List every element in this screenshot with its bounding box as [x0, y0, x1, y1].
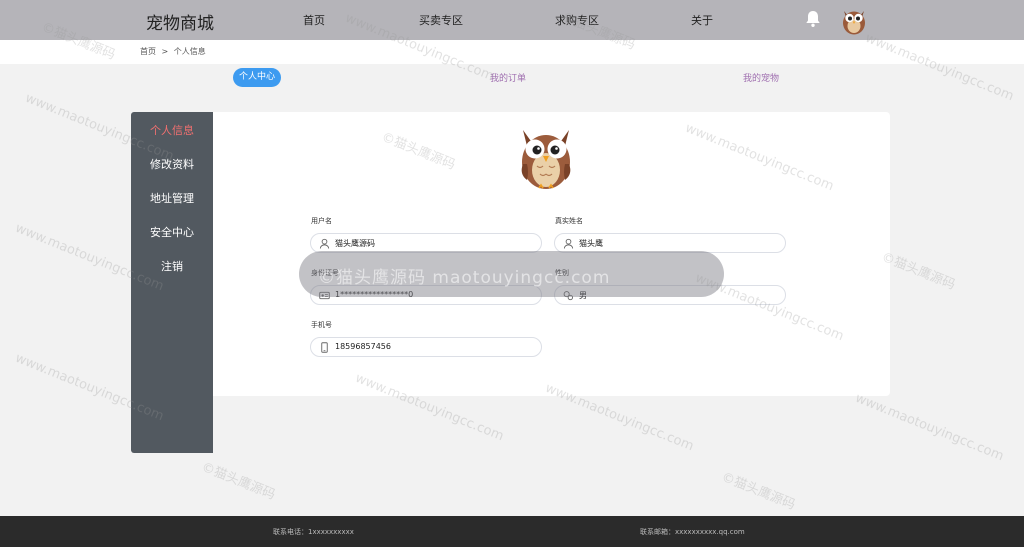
username-field[interactable]: 猫头鹰源码 [310, 233, 542, 253]
nav-home[interactable]: 首页 [303, 12, 325, 28]
watermark-url: www.maotouyingcc.com [852, 390, 1006, 465]
owl-profile-avatar-icon [521, 130, 571, 189]
phone-label: 手机号 [311, 321, 332, 329]
nav-trade-zone[interactable]: 买卖专区 [419, 12, 463, 28]
brand-title[interactable]: 宠物商城 [146, 9, 214, 34]
breadcrumb-current: 个人信息 [173, 47, 206, 56]
watermark-text: ©猫头鹰源码 [719, 469, 798, 513]
username-value: 猫头鹰源码 [335, 239, 375, 248]
watermark-overlay-text: ©猫头鹰源码 maotouyingcc.com [318, 268, 611, 288]
breadcrumb-separator: > [161, 47, 169, 56]
top-nav-bar: 宠物商城 首页 买卖专区 求购专区 关于 [0, 0, 1024, 40]
user-icon [319, 238, 330, 249]
realname-label: 真实姓名 [555, 217, 583, 225]
user-icon [563, 238, 574, 249]
phone-field[interactable]: 18596857456 [310, 337, 542, 357]
sidebar-item-logout[interactable]: 注销 [131, 258, 213, 274]
owl-avatar-icon[interactable] [840, 5, 868, 35]
realname-value: 猫头鹰 [579, 239, 603, 248]
nav-about[interactable]: 关于 [691, 12, 713, 28]
footer-email: 联系邮箱：xxxxxxxxxx.qq.com [640, 528, 745, 536]
nav-wanted-zone[interactable]: 求购专区 [555, 12, 599, 28]
sidebar-item-personal-info[interactable]: 个人信息 [131, 122, 213, 138]
bell-icon[interactable] [805, 10, 821, 28]
footer-phone: 联系电话：1xxxxxxxxxx [273, 528, 354, 536]
tab-my-pets[interactable]: 我的宠物 [743, 71, 779, 84]
breadcrumb: 首页 > 个人信息 [140, 46, 209, 57]
sidebar-item-edit-profile[interactable]: 修改资料 [131, 156, 213, 172]
sidebar-item-security[interactable]: 安全中心 [131, 224, 213, 240]
tab-my-orders[interactable]: 我的订单 [490, 71, 526, 84]
breadcrumb-bar: 首页 > 个人信息 [0, 40, 1024, 64]
tab-personal-center[interactable]: 个人中心 [233, 68, 281, 87]
username-label: 用户名 [311, 217, 332, 225]
realname-field[interactable]: 猫头鹰 [554, 233, 786, 253]
watermark-text: ©猫头鹰源码 [199, 459, 278, 503]
watermark-text: ©猫头鹰源码 [879, 249, 958, 293]
footer: 联系电话：1xxxxxxxxxx 联系邮箱：xxxxxxxxxx.qq.com [0, 516, 1024, 547]
sidebar: 个人信息 修改资料 地址管理 安全中心 注销 [131, 112, 213, 453]
phone-value: 18596857456 [335, 342, 391, 351]
mobile-phone-icon [321, 342, 328, 353]
sidebar-item-address[interactable]: 地址管理 [131, 190, 213, 206]
breadcrumb-home[interactable]: 首页 [140, 47, 156, 56]
